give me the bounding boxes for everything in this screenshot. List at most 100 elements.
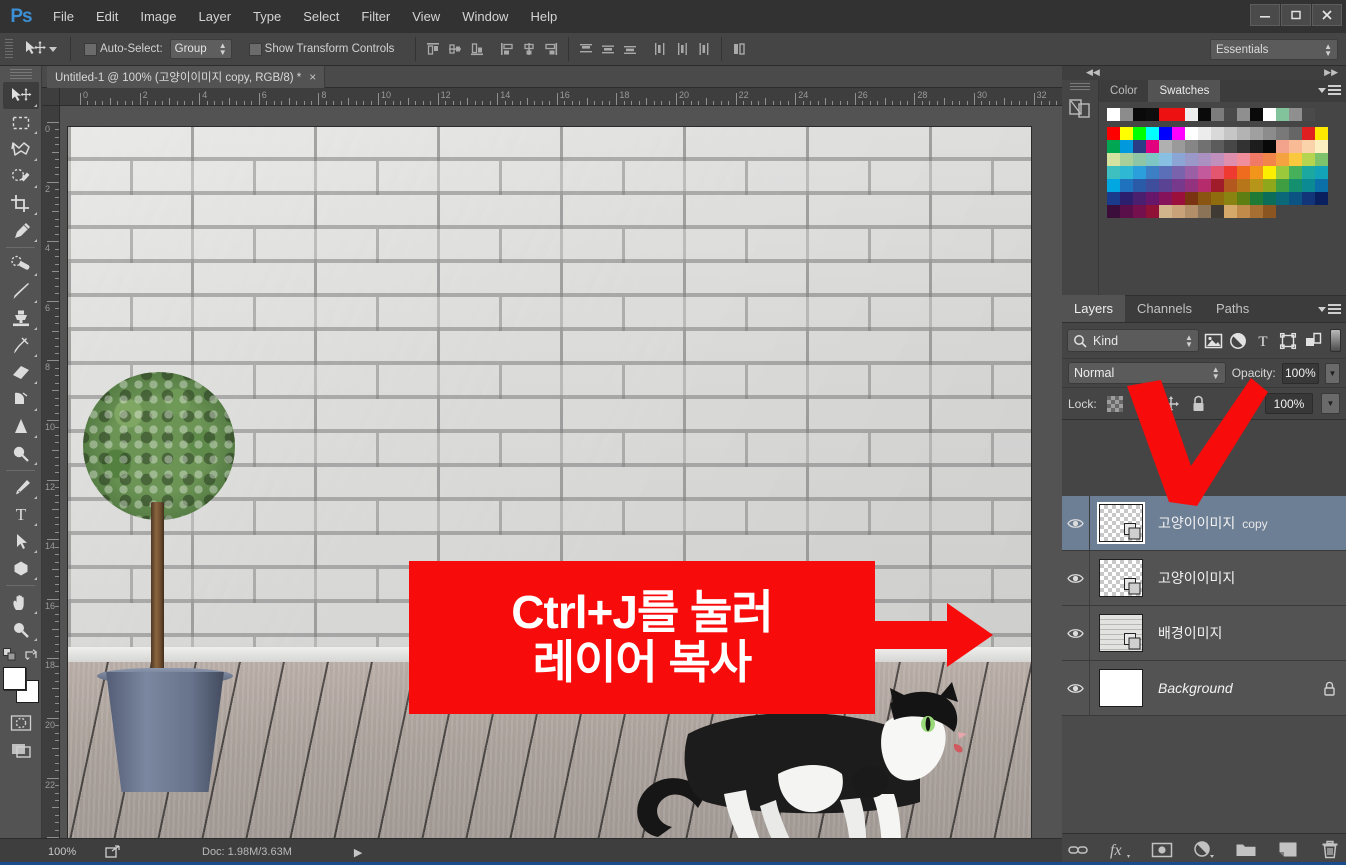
tab-swatches[interactable]: Swatches	[1148, 80, 1220, 102]
color-swatch[interactable]	[1315, 192, 1328, 205]
horizontal-ruler[interactable]: 02468101214161820222426283032	[60, 88, 1062, 106]
foreground-color-swatch[interactable]	[3, 667, 26, 690]
color-swatch[interactable]	[1107, 179, 1120, 192]
align-top-edges-icon[interactable]	[422, 38, 444, 60]
menu-file[interactable]: File	[42, 0, 85, 33]
color-swatch[interactable]	[1133, 179, 1146, 192]
color-swatch[interactable]	[1289, 179, 1302, 192]
ruler-origin-corner[interactable]	[42, 88, 60, 106]
tool-brush[interactable]	[3, 278, 39, 305]
new-group-icon[interactable]	[1234, 838, 1258, 862]
color-swatch[interactable]	[1159, 127, 1172, 140]
color-swatch[interactable]	[1289, 127, 1302, 140]
color-swatch[interactable]	[1302, 153, 1315, 166]
color-swatch[interactable]	[1172, 179, 1185, 192]
foreground-background-colors[interactable]	[2, 667, 40, 703]
color-swatch[interactable]	[1107, 140, 1120, 153]
tool-flyout-triangle-icon[interactable]	[34, 577, 37, 580]
color-swatch[interactable]	[1120, 140, 1133, 153]
color-swatch[interactable]	[1211, 179, 1224, 192]
tool-quick-selection[interactable]	[3, 163, 39, 190]
color-swatch[interactable]	[1315, 127, 1328, 140]
color-swatch[interactable]	[1224, 179, 1237, 192]
tool-flyout-triangle-icon[interactable]	[34, 523, 37, 526]
color-swatch[interactable]	[1146, 205, 1159, 218]
recent-swatch[interactable]	[1146, 108, 1159, 121]
color-swatch[interactable]	[1276, 153, 1289, 166]
recent-swatch[interactable]	[1289, 108, 1302, 121]
color-swatch[interactable]	[1185, 166, 1198, 179]
color-swatch[interactable]	[1211, 166, 1224, 179]
layer-visibility-icon[interactable]	[1067, 682, 1084, 695]
color-swatch[interactable]	[1289, 140, 1302, 153]
color-swatch[interactable]	[1224, 166, 1237, 179]
new-layer-icon[interactable]	[1276, 838, 1300, 862]
layer-row[interactable]: Background	[1062, 661, 1346, 716]
color-swatch[interactable]	[1107, 166, 1120, 179]
color-swatch[interactable]	[1250, 166, 1263, 179]
color-swatch[interactable]	[1146, 140, 1159, 153]
layer-row[interactable]: 고양이이미지	[1062, 551, 1346, 606]
layer-mask-icon[interactable]	[1150, 838, 1174, 862]
layer-thumbnail-cell[interactable]	[1090, 496, 1152, 551]
color-swatch[interactable]	[1315, 166, 1328, 179]
opacity-field[interactable]: 100%	[1282, 363, 1319, 384]
color-swatch[interactable]	[1276, 127, 1289, 140]
layer-name[interactable]: 고양이이미지copy	[1152, 513, 1312, 533]
color-swatch[interactable]	[1315, 153, 1328, 166]
workspace-dropdown[interactable]: Essentials ▲▼	[1210, 39, 1338, 60]
color-swatch[interactable]	[1159, 205, 1172, 218]
canvas-viewport[interactable]: Ctrl+J를 눌러 레이어 복사	[60, 106, 1062, 838]
color-swatch[interactable]	[1263, 179, 1276, 192]
minimize-button[interactable]	[1250, 4, 1280, 26]
tool-lasso[interactable]	[3, 136, 39, 163]
fill-field[interactable]: 100%	[1265, 393, 1313, 414]
color-swatch[interactable]	[1159, 179, 1172, 192]
document-tab[interactable]: Untitled-1 @ 100% (고양이이미지 copy, RGB/8) *…	[47, 66, 325, 88]
color-swatch[interactable]	[1263, 166, 1276, 179]
tool-flyout-triangle-icon[interactable]	[34, 435, 37, 438]
layer-thumbnail-cell[interactable]	[1090, 551, 1152, 606]
tool-pen[interactable]	[3, 474, 39, 501]
layer-visibility-toggle[interactable]	[1062, 496, 1090, 551]
menu-edit[interactable]: Edit	[85, 0, 129, 33]
recent-swatch[interactable]	[1198, 108, 1211, 121]
lock-transparent-pixels-icon[interactable]	[1105, 394, 1125, 414]
status-expand-icon[interactable]: ▶	[354, 846, 362, 859]
options-bar-grip[interactable]	[5, 39, 13, 59]
collapse-panels-icon[interactable]: ◀◀	[1086, 67, 1100, 78]
color-swatch[interactable]	[1250, 205, 1263, 218]
tool-flyout-triangle-icon[interactable]	[34, 158, 37, 161]
tool-move[interactable]	[3, 82, 39, 109]
color-swatch[interactable]	[1211, 127, 1224, 140]
distribute-vertical-centers-icon[interactable]	[597, 38, 619, 60]
tool-eyedropper[interactable]	[3, 217, 39, 244]
color-swatch[interactable]	[1276, 140, 1289, 153]
color-swatch[interactable]	[1172, 140, 1185, 153]
color-swatch[interactable]	[1263, 153, 1276, 166]
color-swatch[interactable]	[1224, 192, 1237, 205]
color-swatch[interactable]	[1237, 140, 1250, 153]
color-swatch[interactable]	[1133, 192, 1146, 205]
tool-flyout-triangle-icon[interactable]	[34, 354, 37, 357]
align-bottom-edges-icon[interactable]	[466, 38, 488, 60]
layer-row[interactable]: 배경이미지	[1062, 606, 1346, 661]
auto-select-checkbox[interactable]: Auto-Select:	[77, 36, 170, 62]
tool-flyout-triangle-icon[interactable]	[34, 611, 37, 614]
color-swatch[interactable]	[1263, 127, 1276, 140]
tool-flyout-triangle-icon[interactable]	[34, 496, 37, 499]
color-swatch[interactable]	[1120, 205, 1133, 218]
distribute-left-edges-icon[interactable]	[649, 38, 671, 60]
color-swatch[interactable]	[1250, 153, 1263, 166]
recent-swatch[interactable]	[1172, 108, 1185, 121]
tool-preset-chevron-icon[interactable]	[49, 47, 57, 52]
color-swatch[interactable]	[1159, 140, 1172, 153]
toolbar-grip[interactable]	[10, 69, 32, 79]
show-transform-controls-checkbox[interactable]: Show Transform Controls	[242, 36, 402, 62]
filter-adjustment-layers-icon[interactable]	[1228, 329, 1249, 352]
tool-history-brush[interactable]	[3, 332, 39, 359]
close-button[interactable]	[1312, 4, 1342, 26]
recent-swatch[interactable]	[1250, 108, 1263, 121]
color-swatch[interactable]	[1198, 205, 1211, 218]
blend-mode-dropdown[interactable]: Normal ▲▼	[1068, 362, 1226, 384]
